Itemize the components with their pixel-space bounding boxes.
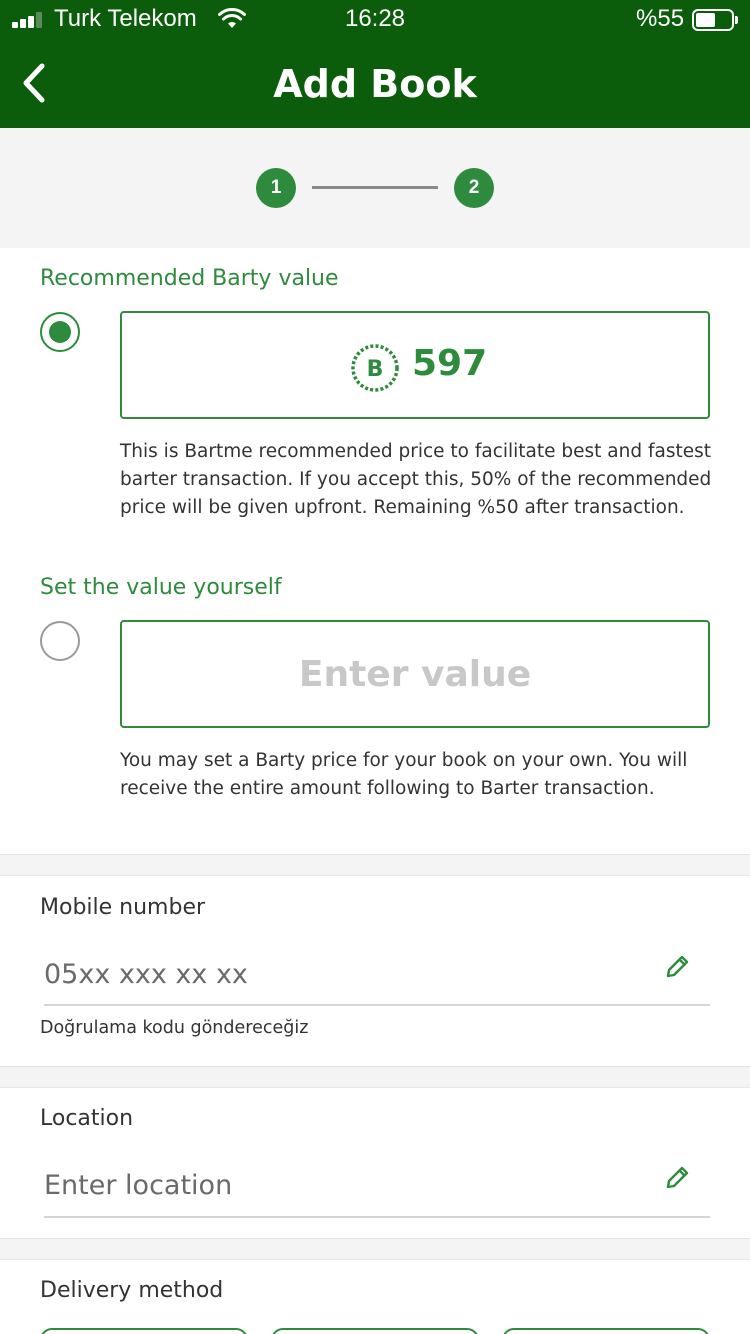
mobile-section: Mobile number Doğrulama kodu göndereceği… xyxy=(0,876,750,1066)
battery-level xyxy=(696,13,715,27)
recommended-value-description: This is Bartme recommended price to faci… xyxy=(120,441,712,518)
page-title: Add Book xyxy=(273,62,477,106)
custom-value-description: You may set a Barty price for your book … xyxy=(120,750,688,799)
svg-text:B: B xyxy=(367,357,384,382)
recommended-value-amount: 597 xyxy=(412,343,488,384)
step-connector xyxy=(312,186,438,189)
location-section: Location xyxy=(0,1088,750,1238)
custom-value-label: Set the value yourself xyxy=(40,575,282,600)
section-divider xyxy=(0,1238,750,1260)
delivery-section: Delivery method xyxy=(0,1260,750,1334)
mobile-number-label: Mobile number xyxy=(40,895,206,920)
pencil-icon[interactable] xyxy=(664,1163,692,1191)
barty-coin-icon: B xyxy=(351,344,399,392)
location-input[interactable] xyxy=(44,1163,654,1207)
step-1: 1 xyxy=(256,168,296,208)
custom-value-radio[interactable] xyxy=(40,621,80,661)
delivery-option-3[interactable] xyxy=(502,1328,710,1334)
delivery-option-1[interactable] xyxy=(40,1328,248,1334)
battery-icon xyxy=(692,9,738,31)
mobile-number-underline xyxy=(44,1004,710,1006)
app-header: Turk Telekom 16:28 %55 Add Book xyxy=(0,0,750,128)
recommended-value-radio[interactable] xyxy=(40,312,80,352)
nav-bar: Add Book xyxy=(0,40,750,128)
step-2: 2 xyxy=(454,168,494,208)
battery-percent: %55 xyxy=(636,5,685,32)
recommended-value-box[interactable]: B 597 xyxy=(120,311,710,419)
mobile-number-hint: Doğrulama kodu göndereceğiz xyxy=(40,1018,309,1038)
custom-value-input[interactable] xyxy=(124,624,706,724)
section-divider xyxy=(0,1066,750,1088)
pencil-icon[interactable] xyxy=(664,952,692,980)
section-divider xyxy=(0,854,750,876)
delivery-method-label: Delivery method xyxy=(40,1278,224,1303)
mobile-number-input[interactable] xyxy=(44,952,654,996)
delivery-option-2[interactable] xyxy=(271,1328,479,1334)
location-underline xyxy=(44,1216,710,1218)
location-label: Location xyxy=(40,1106,134,1131)
status-bar: Turk Telekom 16:28 %55 xyxy=(0,0,750,40)
step-indicator: 1 2 xyxy=(0,128,750,248)
recommended-value-label: Recommended Barty value xyxy=(40,266,339,291)
custom-value-box xyxy=(120,620,710,728)
value-section: Recommended Barty value B 597 This is Ba… xyxy=(0,248,750,854)
